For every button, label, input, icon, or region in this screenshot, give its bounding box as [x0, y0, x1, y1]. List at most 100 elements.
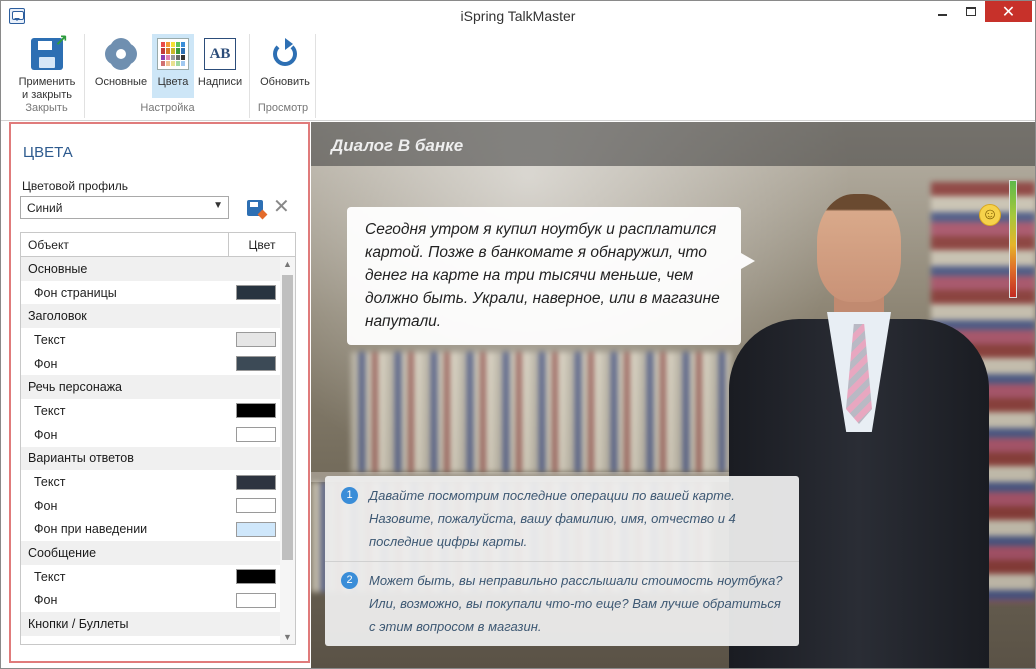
color-swatch[interactable] [236, 356, 276, 372]
table-scrollbar[interactable]: ▲ ▼ [280, 257, 295, 644]
scroll-down-icon[interactable]: ▼ [280, 630, 295, 644]
captions-label: Надписи [197, 76, 243, 88]
delete-profile-icon[interactable]: ✕ [273, 196, 290, 218]
table-row[interactable]: Фон при наведении [21, 518, 281, 542]
table-header: Объект Цвет [21, 233, 295, 257]
row-label: Фон [34, 356, 58, 371]
table-row[interactable]: Фон страницы [21, 281, 281, 305]
table-group-row: Заголовок [21, 304, 281, 329]
table-rows: Основные Фон страницы Заголовок Текст Фон Реч… [21, 257, 281, 636]
minimize-button[interactable] [929, 1, 955, 22]
title-bar: iSpring TalkMaster ✕ [1, 1, 1035, 31]
bookshelf-image [351, 352, 731, 472]
save-profile-icon[interactable] [247, 200, 263, 216]
color-swatch[interactable] [236, 569, 276, 585]
column-header-object: Объект [21, 233, 229, 256]
basic-settings-label: Основные [94, 76, 148, 88]
answer-option-2[interactable]: 2 Может быть, вы неправильно расслышали … [325, 569, 799, 647]
color-swatch[interactable] [236, 285, 276, 301]
table-row[interactable]: Фон [21, 589, 281, 613]
color-swatch[interactable] [236, 403, 276, 419]
group-label: Основные [28, 261, 88, 276]
chevron-down-icon: ▼ [213, 200, 223, 211]
row-label: Фон при наведении [34, 522, 148, 537]
refresh-label: Обновить [260, 76, 310, 88]
answer-number-2: 2 [341, 572, 358, 589]
answer-text-1: Давайте посмотрим последние операции по … [369, 488, 736, 549]
table-row[interactable]: Фон [21, 352, 281, 376]
color-swatch[interactable] [236, 427, 276, 443]
colors-label: Цвета [157, 76, 189, 88]
row-label: Фон страницы [34, 285, 117, 300]
color-profile-select[interactable]: Синий ▼ [20, 196, 229, 219]
apply-and-close-button[interactable]: ↗ Применить и закрыть [13, 34, 81, 102]
answer-options: 1 Давайте посмотрим последние операции п… [325, 476, 799, 646]
table-group-row: Кнопки / Буллеты [21, 612, 281, 636]
row-label: Фон [34, 498, 58, 513]
table-group-row: Варианты ответов [21, 446, 281, 471]
color-profile-label: Цветовой профиль [22, 179, 129, 193]
maximize-icon [966, 7, 976, 16]
answer-number-1: 1 [341, 487, 358, 504]
table-row[interactable]: Текст [21, 328, 281, 352]
ribbon-group-label-settings: Настройка [140, 102, 195, 114]
row-label: Фон [34, 593, 58, 608]
row-label: Текст [34, 403, 66, 418]
gear-icon [105, 38, 137, 70]
row-label: Текст [34, 475, 66, 490]
color-swatch[interactable] [236, 498, 276, 514]
table-group-row: Основные [21, 257, 281, 281]
table-group-row: Речь персонажа [21, 375, 281, 400]
answer-option-1[interactable]: 1 Давайте посмотрим последние операции п… [325, 484, 799, 562]
text-icon: AB [204, 38, 236, 70]
app-window: iSpring TalkMaster ✕ ↗ Применить и закры… [0, 0, 1036, 669]
scroll-up-icon[interactable]: ▲ [280, 257, 295, 271]
row-label: Фон [34, 427, 58, 442]
group-label: Кнопки / Буллеты [28, 617, 129, 632]
answer-text-2: Может быть, вы неправильно расслышали ст… [369, 573, 783, 634]
row-label: Текст [34, 569, 66, 584]
save-icon: ↗ [31, 34, 68, 70]
table-row[interactable]: Фон [21, 494, 281, 518]
group-label: Сообщение [28, 546, 97, 561]
color-swatch[interactable] [236, 592, 276, 608]
basic-settings-button[interactable]: Основные [90, 34, 152, 98]
color-swatch[interactable] [236, 332, 276, 348]
dialog-header: Диалог В банке [311, 122, 1035, 166]
table-row[interactable]: Текст [21, 399, 281, 423]
table-row[interactable]: Фон [21, 423, 281, 447]
ribbon-group-settings: Основные Цвета AB Надписи Настройка [86, 34, 250, 118]
character-speech: Сегодня утром я купил ноутбук и расплати… [365, 221, 720, 330]
panel-title: ЦВЕТА [23, 144, 73, 161]
ribbon-group-label-close: Закрыть [25, 102, 68, 114]
group-label: Заголовок [28, 309, 87, 324]
group-label: Варианты ответов [28, 451, 134, 466]
color-profile-value: Синий [27, 201, 63, 215]
dialog-title: Диалог В банке [331, 136, 464, 155]
table-row[interactable]: Текст [21, 565, 281, 589]
ribbon: ↗ Применить и закрыть Закрыть Основные Ц… [1, 31, 1035, 121]
ribbon-group-preview: Обновить Просмотр [251, 34, 316, 118]
ribbon-group-label-preview: Просмотр [257, 102, 309, 114]
dialog-preview: Диалог В банке ☺ Сегодня утром я купил н… [311, 122, 1035, 668]
captions-button[interactable]: AB Надписи [194, 34, 246, 98]
apply-label-line1: Применить [18, 76, 76, 88]
colors-button[interactable]: Цвета [152, 34, 194, 98]
row-label: Текст [34, 332, 66, 347]
table-row[interactable]: Текст [21, 470, 281, 494]
speech-bubble: Сегодня утром я купил ноутбук и расплати… [347, 207, 755, 345]
maximize-button[interactable] [958, 1, 984, 22]
table-group-row: Сообщение [21, 541, 281, 565]
ribbon-group-close: ↗ Применить и закрыть Закрыть [9, 34, 85, 118]
palette-icon [157, 38, 189, 70]
group-label: Речь персонажа [28, 380, 123, 395]
close-button[interactable]: ✕ [985, 1, 1032, 22]
smiley-icon: ☺ [979, 204, 1001, 226]
color-swatch[interactable] [236, 474, 276, 490]
window-title: iSpring TalkMaster [460, 8, 576, 24]
mood-meter [1009, 180, 1017, 298]
refresh-button[interactable]: Обновить [255, 34, 315, 98]
color-swatch[interactable] [236, 521, 276, 537]
scroll-thumb[interactable] [282, 275, 293, 560]
color-table: Объект Цвет Основные Фон страницы Заголово… [20, 232, 296, 645]
